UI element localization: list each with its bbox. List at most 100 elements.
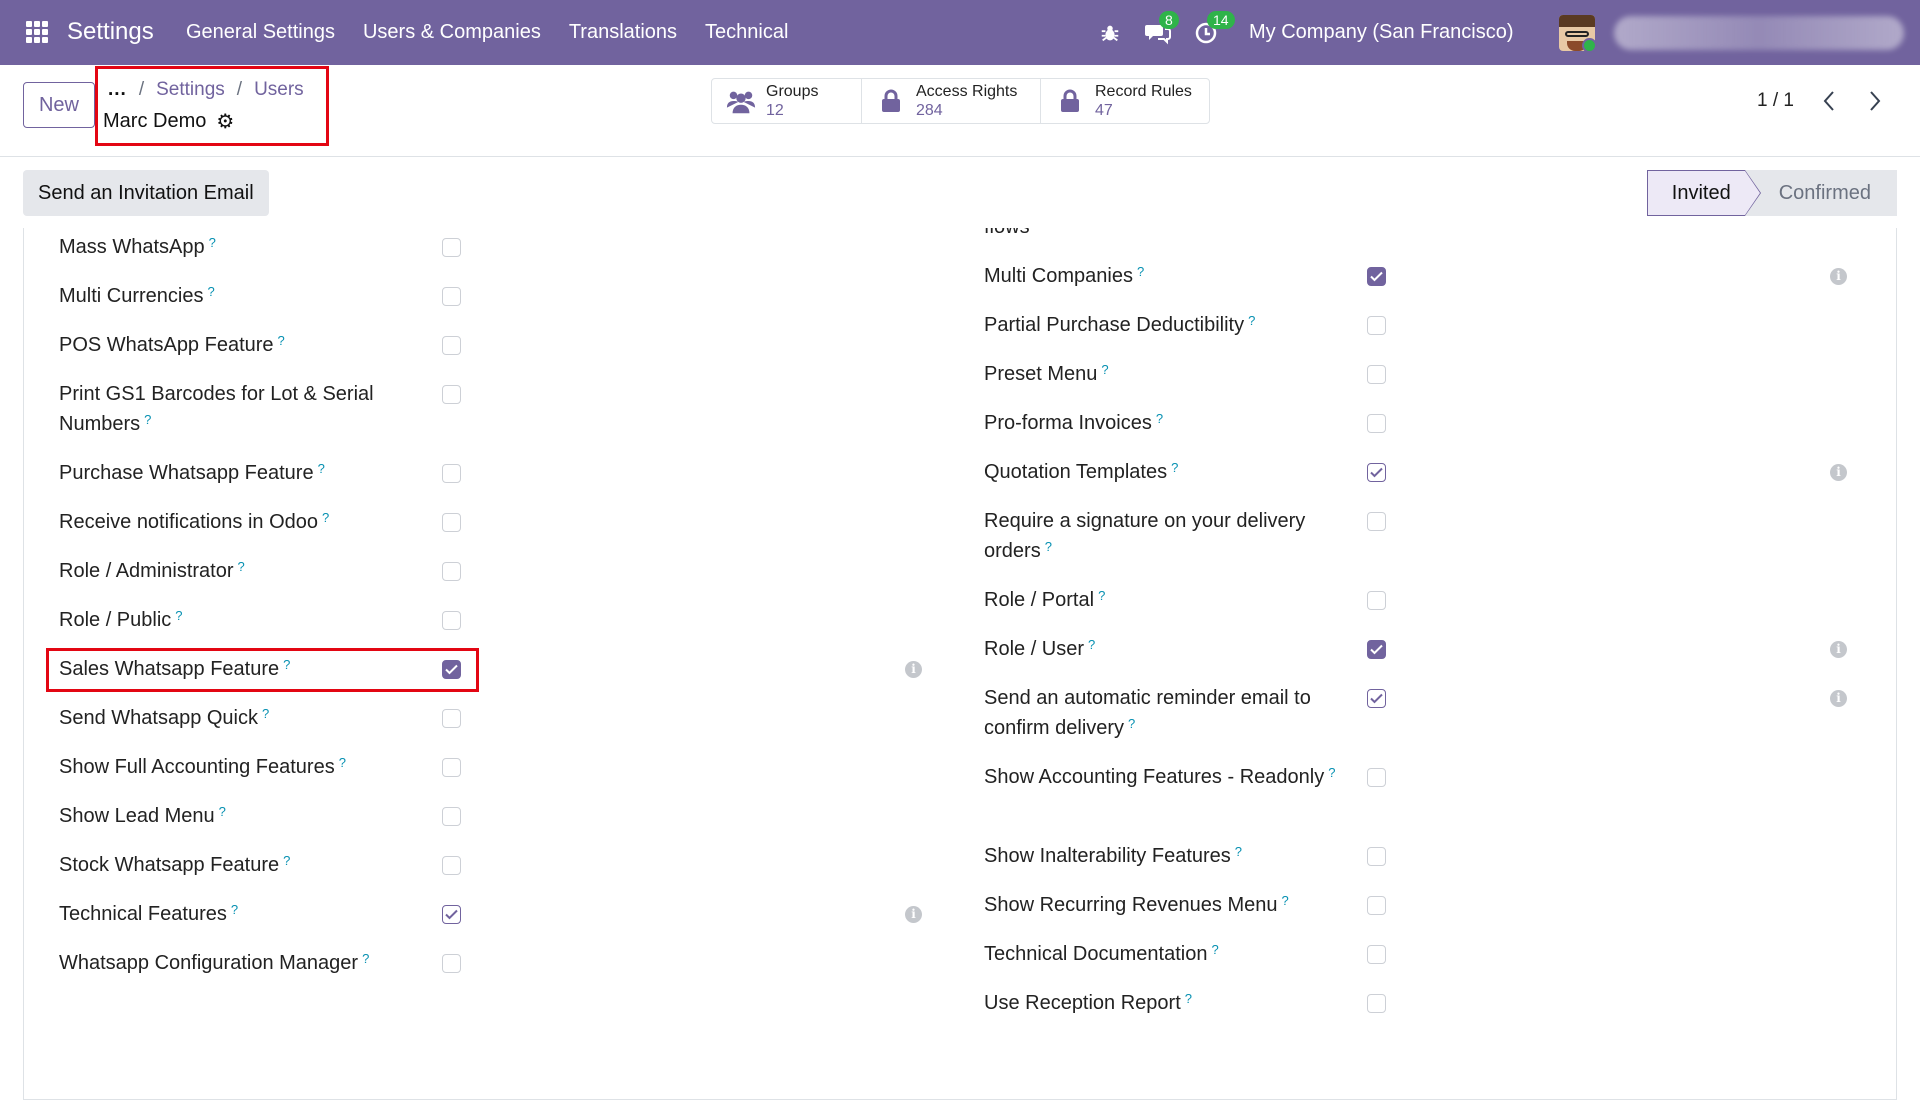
help-tooltip-icon[interactable]: ? (1248, 313, 1255, 328)
help-tooltip-icon[interactable]: ? (1128, 716, 1135, 731)
access-rights-smart-button[interactable]: Access Rights 284 (862, 79, 1041, 123)
activities-badge: 14 (1207, 10, 1235, 29)
field-checkbox[interactable] (1367, 463, 1386, 482)
help-tooltip-icon[interactable]: ? (362, 951, 369, 966)
help-tooltip-icon[interactable]: ? (238, 559, 245, 574)
field-checkbox[interactable] (442, 562, 461, 581)
clock-icon[interactable]: 14 (1193, 10, 1235, 46)
record-title: Marc Demo (103, 110, 207, 132)
field-checkbox[interactable] (442, 238, 461, 257)
company-switcher[interactable]: My Company (San Francisco) (1249, 21, 1514, 44)
chevron-right-icon[interactable] (1861, 85, 1889, 117)
record-rules-count: 47 (1095, 102, 1113, 119)
field-checkbox[interactable] (442, 336, 461, 355)
field-checkbox[interactable] (1367, 945, 1386, 964)
field-checkbox[interactable] (442, 287, 461, 306)
apps-grid-icon[interactable] (26, 21, 48, 43)
info-icon[interactable]: i (1830, 268, 1847, 285)
field-label: Role / Administrator? (59, 556, 429, 586)
field-checkbox[interactable] (442, 905, 461, 924)
record-rules-smart-button[interactable]: Record Rules 47 (1041, 79, 1209, 123)
help-tooltip-icon[interactable]: ? (209, 235, 216, 250)
field-checkbox[interactable] (1367, 591, 1386, 610)
new-button[interactable]: New (23, 82, 95, 128)
help-tooltip-icon[interactable]: ? (1045, 539, 1052, 554)
field-label-text: Multi Currencies (59, 285, 204, 307)
help-tooltip-icon[interactable]: ? (1156, 411, 1163, 426)
field-checkbox[interactable] (1367, 994, 1386, 1013)
field-checkbox[interactable] (442, 660, 461, 679)
field-checkbox[interactable] (442, 385, 461, 404)
pager-value[interactable]: 1 / 1 (1757, 90, 1794, 112)
help-tooltip-icon[interactable]: ? (219, 804, 226, 819)
help-tooltip-icon[interactable]: ? (322, 510, 329, 525)
field-label: Technical Documentation? (984, 939, 1354, 969)
field-checkbox[interactable] (1367, 414, 1386, 433)
bug-icon[interactable] (1097, 20, 1123, 46)
info-icon[interactable]: i (1830, 464, 1847, 481)
help-tooltip-icon[interactable]: ? (231, 902, 238, 917)
field-checkbox[interactable] (1367, 316, 1386, 335)
field-checkbox[interactable] (1367, 365, 1386, 384)
field-label: Preset Menu? (984, 359, 1354, 389)
stage-invited[interactable]: Invited (1646, 170, 1761, 216)
info-icon[interactable]: i (1830, 641, 1847, 658)
help-tooltip-icon[interactable]: ? (1211, 942, 1218, 957)
field-checkbox[interactable] (1367, 267, 1386, 286)
help-tooltip-icon[interactable]: ? (339, 755, 346, 770)
field-label: Stock Whatsapp Feature? (59, 850, 429, 880)
field-checkbox[interactable] (442, 464, 461, 483)
breadcrumb-users[interactable]: Users (254, 79, 304, 101)
field-checkbox[interactable] (1367, 640, 1386, 659)
field-checkbox[interactable] (442, 807, 461, 826)
help-tooltip-icon[interactable]: ? (318, 461, 325, 476)
menu-translations[interactable]: Translations (569, 21, 677, 44)
groups-smart-button[interactable]: Groups 12 (712, 79, 862, 123)
help-tooltip-icon[interactable]: ? (1101, 362, 1108, 377)
field-checkbox[interactable] (442, 856, 461, 875)
help-tooltip-icon[interactable]: ? (1235, 844, 1242, 859)
menu-technical[interactable]: Technical (705, 21, 788, 44)
help-tooltip-icon[interactable]: ? (1282, 893, 1289, 908)
field-label-text: Print GS1 Barcodes for Lot & Serial Numb… (59, 383, 374, 435)
help-tooltip-icon[interactable]: ? (144, 412, 151, 427)
info-icon[interactable]: i (905, 906, 922, 923)
help-tooltip-icon[interactable]: ? (283, 657, 290, 672)
field-checkbox[interactable] (442, 611, 461, 630)
send-invitation-button[interactable]: Send an Invitation Email (23, 170, 269, 216)
field-checkbox[interactable] (442, 709, 461, 728)
help-tooltip-icon[interactable]: ? (207, 284, 214, 299)
help-tooltip-icon[interactable]: ? (1137, 264, 1144, 279)
field-label: Show Full Accounting Features? (59, 752, 429, 782)
field-checkbox[interactable] (1367, 512, 1386, 531)
field-checkbox[interactable] (442, 513, 461, 532)
stage-confirmed[interactable]: Confirmed (1744, 170, 1897, 216)
menu-general-settings[interactable]: General Settings (186, 21, 335, 44)
breadcrumb-more[interactable]: ... (108, 79, 127, 101)
help-tooltip-icon[interactable]: ? (1088, 637, 1095, 652)
app-brand[interactable]: Settings (67, 18, 154, 46)
field-checkbox[interactable] (1367, 847, 1386, 866)
chat-icon[interactable]: 8 (1145, 10, 1179, 46)
help-tooltip-icon[interactable]: ? (1171, 460, 1178, 475)
help-tooltip-icon[interactable]: ? (1185, 991, 1192, 1006)
user-name-blurred[interactable] (1614, 16, 1904, 50)
help-tooltip-icon[interactable]: ? (1098, 588, 1105, 603)
help-tooltip-icon[interactable]: ? (283, 853, 290, 868)
gear-icon[interactable]: ⚙ (216, 109, 234, 134)
field-label-text: Send an automatic reminder email to conf… (984, 687, 1311, 739)
field-checkbox[interactable] (1367, 768, 1386, 787)
chevron-left-icon[interactable] (1815, 85, 1843, 117)
info-icon[interactable]: i (1830, 690, 1847, 707)
menu-users-companies[interactable]: Users & Companies (363, 21, 541, 44)
help-tooltip-icon[interactable]: ? (1328, 765, 1335, 780)
field-checkbox[interactable] (442, 758, 461, 777)
info-icon[interactable]: i (905, 661, 922, 678)
field-checkbox[interactable] (1367, 689, 1386, 708)
breadcrumb-settings[interactable]: Settings (156, 79, 225, 101)
field-checkbox[interactable] (442, 954, 461, 973)
field-checkbox[interactable] (1367, 896, 1386, 915)
help-tooltip-icon[interactable]: ? (278, 333, 285, 348)
help-tooltip-icon[interactable]: ? (175, 608, 182, 623)
help-tooltip-icon[interactable]: ? (262, 706, 269, 721)
